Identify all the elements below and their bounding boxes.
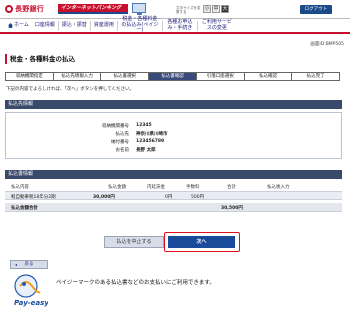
payeasy-description: ペイジーマークのある払込書などのお支払いにご利用できます。 — [56, 280, 215, 286]
column-header: 内延滞金 — [147, 185, 165, 190]
payeasy-logo-text: Pay-easy — [14, 299, 48, 307]
font-size-label: 文字サイズを変更する — [176, 6, 201, 14]
step-indicator: 収納機関指定 払込先情報入力 払込書選択 払込書確認 引落口座選択 払込確認 払… — [5, 72, 340, 81]
step-item: 払込確認 — [244, 73, 293, 80]
column-header: 合計 — [227, 185, 236, 190]
nav-item-investment[interactable]: 資産運用 — [91, 22, 117, 29]
payee-value: 長野 太郎 — [136, 148, 156, 153]
nav-item-payeasy[interactable]: 税金・各種料金の払込み(ペイジー) — [118, 17, 162, 34]
payee-value: 神奈川県川崎市 — [136, 132, 168, 137]
bill-table-header: 払込内容 払込金額 内延滞金 手数料 合計 払込後入力 — [5, 184, 342, 190]
payee-section-header: 払込先情報 — [5, 100, 342, 109]
header: 長野銀行 インターネットバンキング 文字サイズを変更する 小 中 大 ログアウト — [0, 0, 350, 18]
payee-info-box: 収納機関番号 12345 払込先 神奈川県川崎市 納付番号 123456789 … — [5, 112, 342, 159]
bill-content: 軽自動車税18年分2期 — [11, 195, 56, 200]
bank-name: 長野銀行 — [15, 5, 45, 13]
screen-id: 画面ID:BMP505 — [310, 42, 344, 47]
next-button[interactable]: 次へ — [168, 236, 235, 248]
home-icon — [8, 23, 13, 28]
nav-item-service-change[interactable]: ご利用サービスの変更 — [198, 19, 236, 31]
bill-late-fee: 0円 — [165, 195, 173, 200]
cancel-payment-button[interactable]: 払込を中止する — [104, 236, 164, 248]
step-item-active: 払込書確認 — [149, 73, 197, 80]
payee-label: 納付番号 — [111, 140, 129, 145]
table-row: 軽自動車税18年分2期 30,000円 0円 500円 — [5, 191, 342, 200]
step-item: 収納機関指定 — [6, 73, 54, 80]
nav-item-applications[interactable]: 各種お申込み・手続き — [163, 19, 197, 31]
payee-value: 123456789 — [136, 139, 165, 144]
back-button[interactable]: 戻る — [10, 260, 48, 269]
step-item: 払込完了 — [292, 73, 340, 80]
page-title: 税金・各種料金の払込 — [5, 54, 343, 64]
payee-label: 収納機関番号 — [102, 124, 129, 129]
font-size-large-button[interactable]: 大 — [221, 5, 229, 13]
logout-button[interactable]: ログアウト — [300, 5, 332, 14]
column-header: 払込後入力 — [267, 185, 290, 190]
total-row: 払込金額合計 30,500円 — [5, 203, 342, 212]
column-header: 払込内容 — [11, 185, 29, 190]
service-name: インターネットバンキング — [58, 4, 128, 12]
next-button-highlight: 次へ — [164, 232, 240, 252]
service-underline — [58, 12, 128, 14]
total-label: 払込金額合計 — [11, 206, 38, 211]
payee-label: お名前 — [115, 148, 130, 153]
bill-fee: 500円 — [191, 195, 205, 200]
payeasy-logo-icon: Pay-easy — [14, 274, 48, 307]
column-header: 手数料 — [186, 185, 200, 190]
font-size-small-button[interactable]: 小 — [203, 5, 211, 13]
bank-logo[interactable]: 長野銀行 — [5, 4, 44, 14]
payee-label: 払込先 — [115, 132, 130, 137]
payee-value: 12345 — [136, 123, 152, 128]
nav-item-accounts[interactable]: 口座情報 — [32, 22, 58, 29]
column-header: 払込金額 — [108, 185, 126, 190]
monitor-icon — [132, 3, 146, 15]
nav-item-transfer[interactable]: 振込・振替 — [59, 22, 90, 29]
main-nav: ホーム 口座情報 振込・振替 資産運用 税金・各種料金の払込み(ペイジー) 各種… — [0, 17, 350, 34]
step-item: 払込書選択 — [101, 73, 150, 80]
bank-logo-icon — [5, 5, 13, 13]
step-item: 引落口座選択 — [196, 73, 245, 80]
back-label: 戻る — [24, 262, 34, 267]
nav-item-home[interactable]: ホーム — [0, 21, 32, 29]
font-size-medium-button[interactable]: 中 — [212, 5, 220, 13]
bill-amount: 30,000円 — [93, 195, 115, 200]
instruction-text: 下記の内容でよろしければ、「次へ」ボタンを押してください。 — [6, 87, 134, 92]
bill-section-header: 払込書情報 — [5, 170, 342, 179]
total-value: 30,500円 — [221, 206, 243, 211]
step-item: 払込先情報入力 — [53, 73, 102, 80]
nav-item-label: ホーム — [14, 21, 29, 28]
